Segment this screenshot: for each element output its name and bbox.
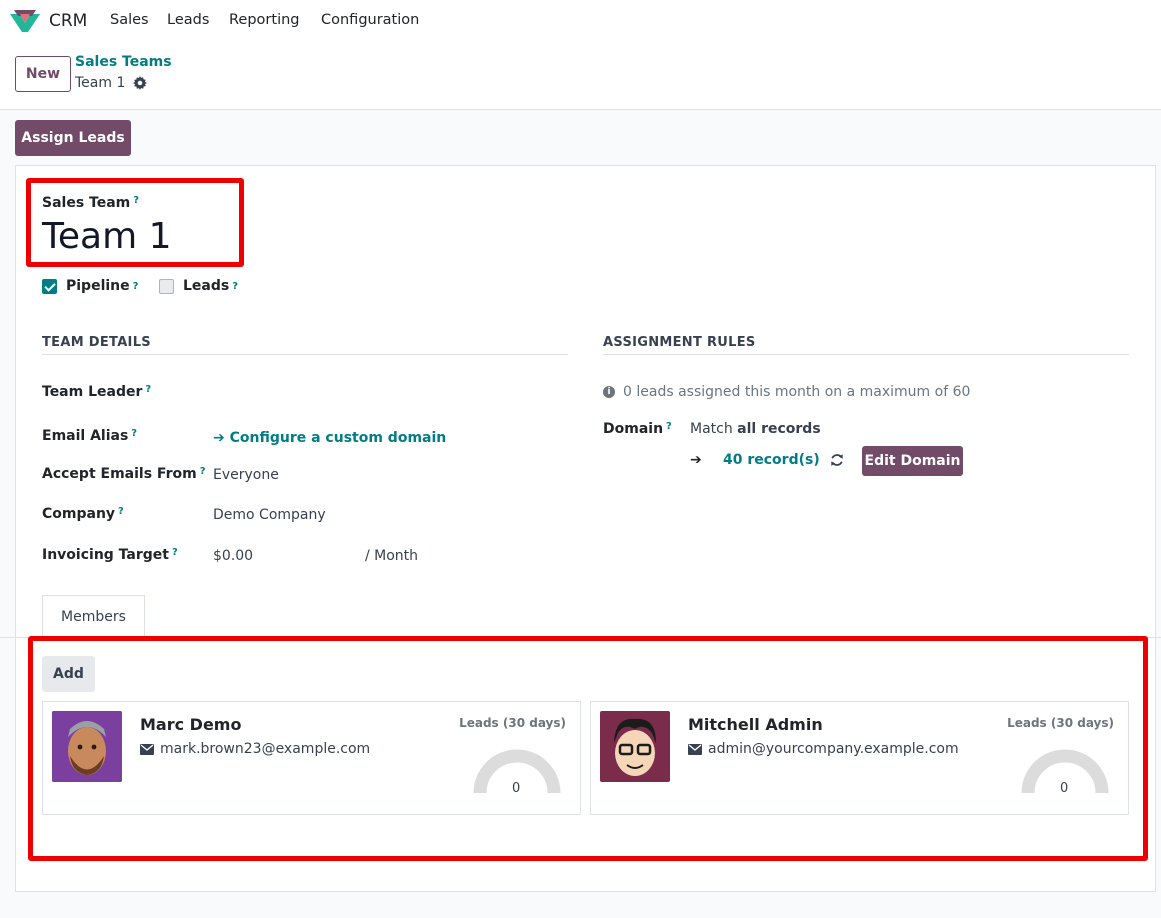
team-details-heading: TEAM DETAILS — [42, 335, 568, 355]
leads-checkbox[interactable] — [159, 278, 174, 294]
configure-domain-link-text: Configure a custom domain — [229, 430, 447, 446]
gear-icon[interactable] — [133, 76, 148, 90]
team-leader-label-text: Team Leader — [42, 384, 143, 400]
team-leader-label: Team Leader? — [42, 384, 151, 400]
email-alias-label: Email Alias? — [42, 428, 137, 444]
help-icon[interactable]: ? — [232, 281, 238, 292]
domain-label-text: Domain — [603, 421, 664, 437]
help-icon[interactable]: ? — [200, 466, 206, 477]
top-navbar: CRM Sales Leads Reporting Configuration — [0, 0, 1161, 42]
help-icon[interactable]: ? — [118, 506, 124, 517]
email-alias-label-text: Email Alias — [42, 428, 129, 444]
company-field[interactable]: Demo Company — [213, 507, 326, 523]
menu-configuration[interactable]: Configuration — [321, 12, 419, 28]
accept-emails-label: Accept Emails From? — [42, 466, 206, 482]
invoicing-target-label: Invoicing Target? — [42, 547, 178, 563]
company-label-text: Company — [42, 506, 116, 522]
control-panel: New Sales Teams Team 1 — [0, 42, 1161, 110]
help-icon[interactable]: ? — [172, 547, 178, 558]
leads-checkbox-row[interactable]: Leads? — [159, 278, 238, 294]
refresh-icon[interactable] — [830, 453, 844, 467]
domain-match-text: Match all records — [690, 421, 821, 437]
menu-leads[interactable]: Leads — [167, 12, 209, 28]
info-icon: i — [603, 386, 615, 398]
invoicing-target-label-text: Invoicing Target — [42, 547, 169, 563]
help-icon[interactable]: ? — [133, 281, 139, 292]
configure-domain-link[interactable]: ➔ Configure a custom domain — [213, 430, 446, 446]
help-icon[interactable]: ? — [145, 384, 151, 395]
highlight-box-title — [26, 178, 244, 267]
breadcrumb-current-label: Team 1 — [75, 75, 126, 91]
assign-leads-button[interactable]: Assign Leads — [15, 120, 131, 156]
leads-label: Leads — [183, 278, 230, 294]
domain-label: Domain? — [603, 421, 672, 437]
pipeline-checkbox[interactable] — [42, 278, 57, 294]
accept-emails-label-text: Accept Emails From — [42, 466, 197, 482]
highlight-box-members — [28, 636, 1148, 861]
new-button[interactable]: New — [15, 56, 71, 92]
menu-sales[interactable]: Sales — [110, 12, 149, 28]
assignment-info-text: 0 leads assigned this month on a maximum… — [623, 384, 971, 400]
accept-emails-field[interactable]: Everyone — [213, 467, 279, 483]
invoicing-target-field[interactable]: $0.00 — [213, 548, 253, 564]
app-name[interactable]: CRM — [49, 11, 87, 31]
edit-domain-button[interactable]: Edit Domain — [862, 446, 963, 476]
help-icon[interactable]: ? — [666, 421, 672, 432]
domain-match-prefix: Match — [690, 421, 733, 437]
invoicing-unit: / Month — [365, 548, 419, 564]
domain-match-bold: all records — [737, 421, 821, 437]
breadcrumb-sales-teams[interactable]: Sales Teams — [75, 54, 172, 70]
company-label: Company? — [42, 506, 124, 522]
assignment-info: i 0 leads assigned this month on a maximu… — [603, 384, 970, 400]
assignment-rules-heading: ASSIGNMENT RULES — [603, 335, 1129, 355]
records-link[interactable]: 40 record(s) — [723, 452, 820, 468]
arrow-right-icon: ➔ — [690, 452, 702, 468]
tab-members[interactable]: Members — [42, 595, 145, 638]
pipeline-label: Pipeline — [66, 278, 130, 294]
arrow-right-icon: ➔ — [213, 430, 230, 446]
help-icon[interactable]: ? — [131, 428, 137, 439]
crm-app-logo-icon[interactable] — [10, 10, 40, 32]
menu-reporting[interactable]: Reporting — [229, 12, 300, 28]
breadcrumb-current: Team 1 — [75, 75, 148, 91]
pipeline-checkbox-row[interactable]: Pipeline? — [42, 278, 138, 294]
